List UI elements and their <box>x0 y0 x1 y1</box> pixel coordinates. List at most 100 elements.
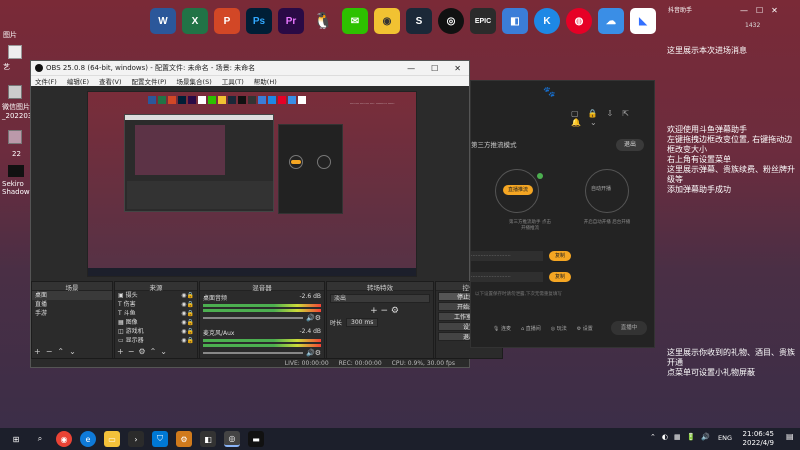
game-shortcut-icon[interactable] <box>8 165 24 177</box>
desktop-folder-label: 图片 <box>3 31 17 39</box>
preview-obs-window <box>124 114 274 212</box>
menu-tools[interactable]: 工具(T) <box>222 76 244 86</box>
cloud-drive-icon[interactable]: ☁ <box>598 8 624 34</box>
transition-header: 转场特效 <box>327 282 433 292</box>
epic-games-icon[interactable]: EPIC <box>470 8 496 34</box>
obs-menubar: 文件(F) 编辑(E) 查看(V) 配置文件(P) 场景集合(S) 工具(T) … <box>31 75 469 86</box>
source-item[interactable]: T 斗鱼 ◉🔒 <box>115 309 197 318</box>
windows-start-icon[interactable]: ⊞ <box>8 431 24 447</box>
close-icon[interactable]: ✕ <box>454 64 461 73</box>
obs-taskbar-icon[interactable]: ◎ <box>224 431 240 447</box>
menu-scene-collection[interactable]: 场景集合(S) <box>177 76 212 86</box>
feishu-icon[interactable]: ◣ <box>630 8 656 34</box>
scene-item[interactable]: 直播 <box>32 300 112 309</box>
source-item[interactable]: ◫ 游戏机 ◉🔒 <box>115 327 197 336</box>
excel-icon[interactable]: X <box>182 8 208 34</box>
auto-caption: 开启自动开播 后台开播 <box>583 220 631 225</box>
search-icon[interactable]: ⌕ <box>32 431 48 447</box>
toolbar-icons[interactable]: ▢🔒⇩⇱🔔⌄ <box>571 109 654 127</box>
speaker-icon[interactable]: 🔊⚙ <box>306 349 321 357</box>
message-line: 添加弹幕助手成功 <box>667 185 731 194</box>
source-item[interactable]: ▦ 图像 ◉🔒 <box>115 318 197 327</box>
source-item[interactable]: T 伤害 ◉🔒 <box>115 300 197 309</box>
app-icon[interactable]: ◧ <box>200 431 216 447</box>
tray-icons[interactable]: ⌃◐▦🔋🔊 <box>650 433 716 441</box>
stream-key-field[interactable]: ························· <box>471 272 543 282</box>
wechat-icon[interactable]: ✉ <box>342 8 368 34</box>
game-icon[interactable]: ◉ <box>374 8 400 34</box>
mixer-channel-name: 麦克风/Aux <box>203 330 235 337</box>
menu-help[interactable]: 帮助(H) <box>254 76 277 86</box>
store-icon[interactable]: ⛉ <box>152 431 168 447</box>
powerpoint-icon[interactable]: P <box>214 8 240 34</box>
window-controls[interactable]: —☐✕ <box>740 6 786 15</box>
desktop-icon-label: 艺 <box>3 63 10 71</box>
visibility-icon[interactable]: ◉🔒 <box>181 318 197 327</box>
mic-button[interactable]: 🎙 连麦 <box>493 325 511 332</box>
visibility-icon[interactable]: ◉🔒 <box>181 336 197 345</box>
minimize-icon[interactable]: — <box>407 64 415 73</box>
obs-preview[interactable]: ········ ········ ···· ·········· ······ <box>87 91 417 277</box>
visibility-icon[interactable]: ◉🔒 <box>181 300 197 309</box>
duration-label: 时长 <box>330 320 343 327</box>
transition-select[interactable]: 淡出 <box>330 294 430 303</box>
source-toolbar[interactable]: +−⚙⌃⌄ <box>117 347 171 356</box>
menu-file[interactable]: 文件(F) <box>35 76 57 86</box>
obs-titlebar[interactable]: OBS 25.0.8 (64-bit, windows) - 配置文件: 未命名… <box>31 61 469 75</box>
source-item[interactable]: ▭ 显示器 ◉🔒 <box>115 336 197 345</box>
qq-icon[interactable]: 🐧 <box>310 8 336 34</box>
push-caption: 第三方推流助手 点击开播推流 <box>509 220 551 231</box>
speaker-icon[interactable]: 🔊⚙ <box>306 314 321 322</box>
scene-toolbar[interactable]: +−⌃⌄ <box>34 347 81 356</box>
obs-window: OBS 25.0.8 (64-bit, windows) - 配置文件: 未命名… <box>30 60 503 368</box>
volume-slider[interactable] <box>203 352 303 354</box>
k-app-icon[interactable]: K <box>534 8 560 34</box>
transition-toolbar[interactable]: + − ⚙ <box>327 306 433 316</box>
file-explorer-icon[interactable]: ▭ <box>104 431 120 447</box>
terminal-icon[interactable]: › <box>128 431 144 447</box>
file-icon[interactable] <box>8 45 22 59</box>
menu-edit[interactable]: 编辑(E) <box>67 76 89 86</box>
steam-icon[interactable]: S <box>406 8 432 34</box>
image-file-icon[interactable] <box>8 85 22 99</box>
copy-url-button[interactable]: 复制 <box>549 251 571 261</box>
image-file-icon[interactable] <box>8 130 22 144</box>
clock[interactable]: 21:06:45 2022/4/9 <box>743 430 774 448</box>
netease-music-icon[interactable]: ◍ <box>566 8 592 34</box>
maximize-icon[interactable]: ☐ <box>431 64 438 73</box>
scene-item[interactable]: 桌面 <box>32 291 112 300</box>
volume-slider[interactable] <box>203 317 303 319</box>
room-button[interactable]: ⌂ 直播间 <box>521 325 541 332</box>
visibility-icon[interactable]: ◉🔒 <box>181 291 197 300</box>
word-icon[interactable]: W <box>150 8 176 34</box>
game-taskbar-icon[interactable]: ▬ <box>248 431 264 447</box>
duration-input[interactable]: 300 ms <box>346 318 379 327</box>
menu-view[interactable]: 查看(V) <box>99 76 122 86</box>
mixer-header: 混音器 <box>200 282 324 292</box>
source-item[interactable]: ▣ 摄头 ◉🔒 <box>115 291 197 300</box>
mode-label: 第三方推流模式 <box>471 141 517 149</box>
visibility-icon[interactable]: ◉🔒 <box>181 327 197 336</box>
play-button[interactable]: ◎ 玩法 <box>551 325 567 332</box>
audio-meter <box>203 339 321 342</box>
language-indicator[interactable]: ENG <box>718 434 732 442</box>
copy-key-button[interactable]: 复制 <box>549 272 571 282</box>
server-url-field[interactable]: ························· <box>471 251 543 261</box>
edge-icon[interactable]: e <box>80 431 96 447</box>
notification-icon[interactable]: ▤ <box>786 432 794 441</box>
settings-gear-icon[interactable]: ⚙ 设置 <box>577 325 593 332</box>
photoshop-icon[interactable]: Ps <box>246 8 272 34</box>
premiere-icon[interactable]: Pr <box>278 8 304 34</box>
scene-item[interactable]: 手游 <box>32 309 112 318</box>
counter-badge: 1432 <box>745 22 761 29</box>
menu-profile[interactable]: 配置文件(P) <box>132 76 167 86</box>
chrome-icon[interactable]: ◉ <box>56 431 72 447</box>
screenshot-tool-icon[interactable]: ◧ <box>502 8 528 34</box>
live-status-button[interactable]: 直播中 <box>611 321 647 335</box>
logo-icon: 🐾 <box>543 87 556 98</box>
obs-icon[interactable]: ◎ <box>438 8 464 34</box>
settings-app-icon[interactable]: ⚙ <box>176 431 192 447</box>
visibility-icon[interactable]: ◉🔒 <box>181 309 197 318</box>
exit-mode-button[interactable]: 退出 <box>616 139 644 151</box>
push-button[interactable]: 直播推流 <box>503 185 533 195</box>
